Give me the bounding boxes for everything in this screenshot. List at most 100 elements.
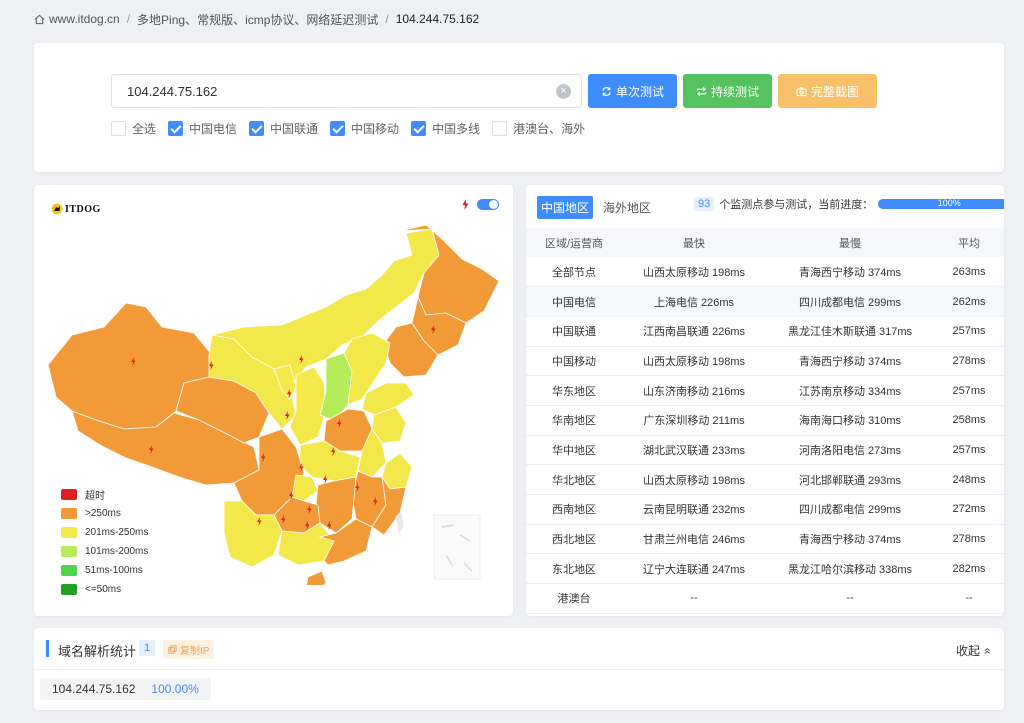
legend-item[interactable]: 超时 bbox=[61, 485, 148, 504]
table-row[interactable]: 中国电信 上海电信 226ms 四川成都电信 299ms 262ms bbox=[526, 286, 1004, 317]
dns-title: 域名解析统计 bbox=[58, 644, 137, 659]
table-row[interactable]: 西北地区 甘肃兰州电信 246ms 青海西宁移动 374ms 278ms bbox=[526, 524, 1004, 555]
home-icon[interactable] bbox=[34, 14, 45, 25]
table-row[interactable]: 华中地区 湖北武汉联通 233ms 河南洛阳电信 273ms 257ms bbox=[526, 435, 1004, 466]
legend-label: <=50ms bbox=[85, 584, 122, 595]
checkbox-label: 全选 bbox=[132, 121, 157, 136]
region-chongqing[interactable] bbox=[291, 474, 319, 502]
checkbox-box[interactable] bbox=[492, 120, 508, 136]
checkbox-telecom[interactable]: 中国电信 bbox=[168, 120, 237, 137]
region-hainan[interactable] bbox=[305, 570, 327, 585]
legend-item[interactable]: 51ms-100ms bbox=[61, 561, 148, 580]
checkbox-multiline[interactable]: 中国多线 bbox=[411, 120, 480, 137]
table-row[interactable]: 华东地区 山东济南移动 216ms 江苏南京移动 334ms 257ms bbox=[526, 375, 1004, 406]
checkbox-box[interactable] bbox=[411, 120, 427, 136]
copy-ip-label: 复制IP bbox=[180, 646, 210, 657]
checkbox-box[interactable] bbox=[168, 120, 184, 136]
checkbox-unicom[interactable]: 中国联通 bbox=[249, 120, 318, 137]
cell-slowest: 河南洛阳电信 273ms bbox=[766, 435, 934, 466]
checkbox-all[interactable]: 全选 bbox=[111, 120, 156, 137]
cell-average: 257ms bbox=[934, 435, 1004, 466]
cell-region: 西北地区 bbox=[526, 524, 622, 555]
screenshot-button[interactable]: 完整截图 bbox=[778, 74, 877, 108]
dns-count-badge: 1 bbox=[139, 640, 156, 656]
single-test-label: 单次测试 bbox=[615, 84, 664, 99]
progress-label: 个监测点参与测试，当前进度： bbox=[719, 199, 874, 211]
dog-icon bbox=[51, 203, 63, 215]
checkbox-label: 中国移动 bbox=[351, 121, 400, 136]
logo-text: ITDOG bbox=[65, 203, 101, 215]
cell-average: 257ms bbox=[934, 316, 1004, 347]
cell-region: 全部节点 bbox=[526, 257, 622, 288]
checkbox-box[interactable] bbox=[249, 120, 265, 136]
cell-average: 257ms bbox=[934, 375, 1004, 406]
checkbox-box[interactable] bbox=[330, 120, 346, 136]
cell-region: 中国移动 bbox=[526, 346, 622, 377]
checkbox-label: 中国多线 bbox=[432, 121, 481, 136]
collapse-button[interactable]: 收起 » bbox=[955, 642, 994, 659]
tab-china[interactable]: 中国地区 bbox=[537, 196, 594, 219]
breadcrumb-separator: / bbox=[385, 12, 389, 26]
legend-item[interactable]: 101ms-200ms bbox=[61, 542, 148, 561]
screenshot-label: 完整截图 bbox=[810, 84, 859, 99]
column-header: 最慢 bbox=[766, 228, 934, 257]
cell-fastest: 江西南昌联通 226ms bbox=[622, 316, 766, 347]
legend-item[interactable]: 201ms-250ms bbox=[61, 523, 148, 542]
cell-average: 278ms bbox=[934, 524, 1004, 555]
tab-overseas[interactable]: 海外地区 bbox=[599, 196, 655, 219]
refresh-icon bbox=[602, 86, 611, 96]
table-row[interactable]: 华北地区 山西太原移动 198ms 河北邯郸联通 293ms 248ms bbox=[526, 464, 1004, 495]
checkbox-overseas[interactable]: 港澳台、海外 bbox=[492, 120, 585, 137]
map-toggle-switch[interactable] bbox=[477, 199, 499, 210]
dns-result-item[interactable]: 104.244.75.162 100.00% bbox=[40, 678, 211, 700]
legend-swatch bbox=[61, 508, 77, 519]
dns-stats-card: 域名解析统计 1 复制IP 收起 » 104.244.75.162 100.00… bbox=[34, 628, 1004, 710]
chevron-up-icon: » bbox=[979, 647, 994, 655]
continuous-test-button[interactable]: 持续测试 bbox=[683, 74, 772, 108]
breadcrumb-home[interactable]: www.itdog.cn bbox=[49, 12, 120, 26]
cell-fastest: 上海电信 226ms bbox=[622, 286, 766, 317]
table-row[interactable]: 华南地区 广东深圳移动 211ms 海南海口移动 310ms 258ms bbox=[526, 405, 1004, 436]
cell-average: 278ms bbox=[934, 346, 1004, 377]
collapse-label: 收起 bbox=[955, 644, 980, 658]
breadcrumb: www.itdog.cn / 多地Ping、常规版、icmp协议、网络延迟测试 … bbox=[34, 11, 479, 27]
cell-fastest: 广东深圳移动 211ms bbox=[622, 405, 766, 436]
ip-input[interactable] bbox=[112, 75, 581, 107]
dns-percent: 100.00% bbox=[151, 682, 199, 696]
legend-label: >250ms bbox=[85, 508, 121, 519]
legend-label: 超时 bbox=[85, 491, 105, 502]
cell-fastest: 山西太原移动 198ms bbox=[622, 346, 766, 377]
itdog-logo: ITDOG bbox=[51, 202, 101, 216]
lightning-icon bbox=[462, 199, 469, 210]
checkbox-mobile[interactable]: 中国移动 bbox=[330, 120, 399, 137]
column-header: 最快 bbox=[622, 228, 766, 257]
isp-checkbox-group: 全选 中国电信 中国联通 中国移动 中国多线 港澳台、海外 bbox=[111, 120, 597, 136]
single-test-button[interactable]: 单次测试 bbox=[588, 74, 677, 108]
cell-average: 248ms bbox=[934, 464, 1004, 495]
breadcrumb-separator: / bbox=[126, 12, 131, 26]
table-row[interactable]: 全部节点 山西太原移动 198ms 青海西宁移动 374ms 263ms bbox=[526, 257, 1004, 288]
table-row[interactable]: 西南地区 云南昆明联通 232ms 四川成都电信 299ms 272ms bbox=[526, 494, 1004, 525]
continuous-test-label: 持续测试 bbox=[710, 84, 759, 99]
table-row[interactable]: 中国联通 江西南昌联通 226ms 黑龙江佳木斯联通 317ms 257ms bbox=[526, 316, 1004, 347]
legend-label: 201ms-250ms bbox=[85, 527, 149, 538]
checkbox-label: 中国电信 bbox=[189, 121, 238, 136]
table-row[interactable]: 港澳台 -- -- -- bbox=[526, 583, 1004, 614]
clear-icon[interactable]: × bbox=[556, 84, 571, 99]
legend-label: 51ms-100ms bbox=[85, 565, 143, 576]
region-tabs: 中国地区 海外地区 bbox=[537, 196, 655, 219]
section-accent-bar bbox=[46, 640, 49, 657]
legend-item[interactable]: <=50ms bbox=[61, 580, 148, 599]
map-toggle-area bbox=[462, 199, 499, 210]
cell-slowest: 四川成都电信 299ms bbox=[766, 494, 934, 525]
breadcrumb-page[interactable]: 多地Ping、常规版、icmp协议、网络延迟测试 bbox=[137, 11, 378, 28]
table-row[interactable]: 中国移动 山西太原移动 198ms 青海西宁移动 374ms 278ms bbox=[526, 346, 1004, 377]
cell-region: 西南地区 bbox=[526, 494, 622, 525]
repeat-icon bbox=[696, 86, 707, 96]
copy-ip-button[interactable]: 复制IP bbox=[163, 640, 215, 659]
column-header: 平均 bbox=[934, 228, 1004, 257]
checkbox-box[interactable] bbox=[111, 120, 126, 136]
table-row[interactable]: 东北地区 辽宁大连联通 247ms 黑龙江哈尔滨移动 338ms 282ms bbox=[526, 553, 1004, 585]
cell-region: 中国电信 bbox=[526, 286, 622, 317]
legend-item[interactable]: >250ms bbox=[61, 504, 148, 523]
